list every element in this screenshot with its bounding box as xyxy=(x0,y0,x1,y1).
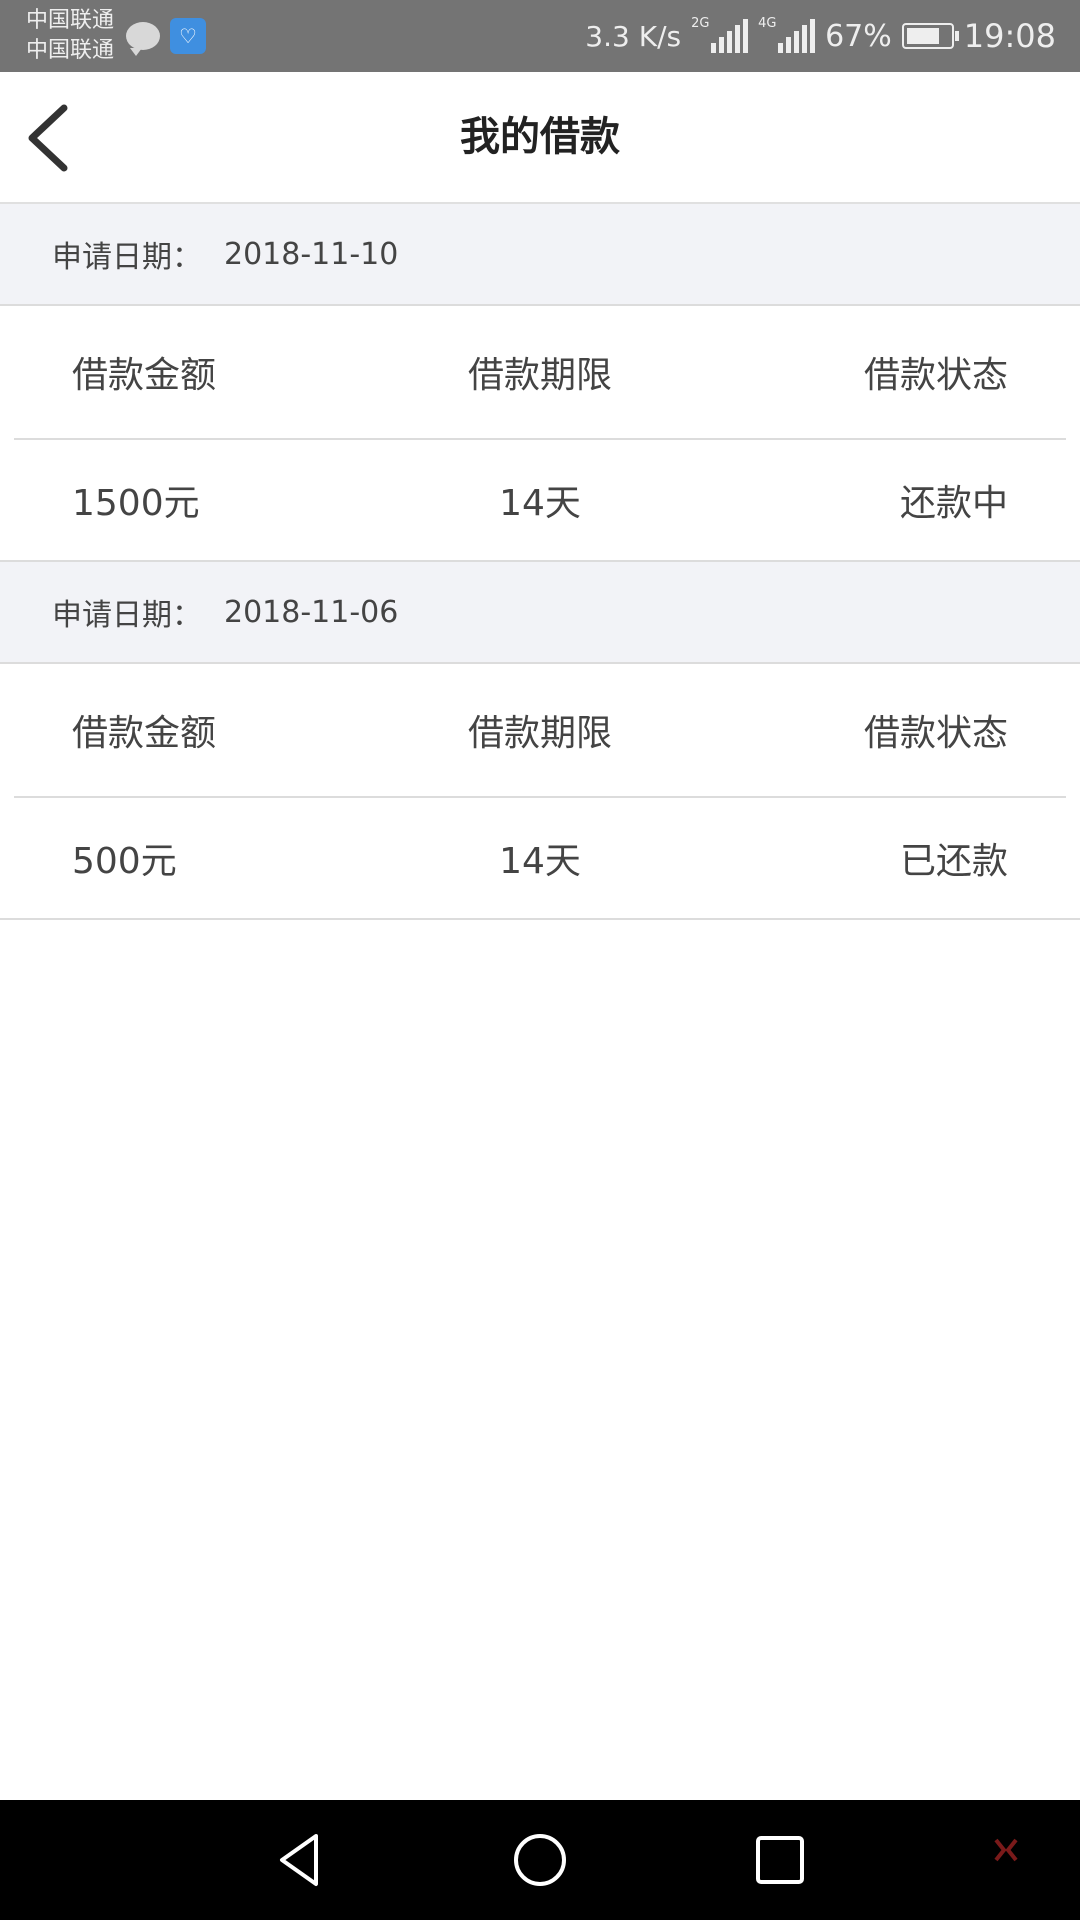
circle-home-icon xyxy=(514,1834,566,1886)
system-navigation-bar xyxy=(0,1800,1080,1920)
loan-list: 申请日期： 2018-11-10 借款金额 借款期限 借款状态 1500元 14… xyxy=(0,204,1080,920)
loan-record[interactable]: 申请日期： 2018-11-06 借款金额 借款期限 借款状态 500元 14天… xyxy=(0,562,1080,920)
nav-home-button[interactable] xyxy=(508,1828,572,1892)
signal-2-label: 4G xyxy=(758,16,777,31)
signal-2-icon: 4G xyxy=(758,16,816,53)
amount-header: 借款金额 xyxy=(72,355,217,396)
loan-status: 还款中 xyxy=(899,483,1008,524)
app-header: 我的借款 xyxy=(0,72,1080,204)
application-date-bar: 申请日期： 2018-11-06 xyxy=(0,562,1080,664)
status-header: 借款状态 xyxy=(863,713,1008,754)
network-speed: 3.3 K/s xyxy=(585,19,682,53)
date-value: 2018-11-10 xyxy=(224,236,399,272)
watermark xyxy=(992,1836,1020,1864)
loan-term: 14天 xyxy=(499,483,581,524)
back-button[interactable] xyxy=(18,98,98,178)
loan-column-headers: 借款金额 借款期限 借款状态 xyxy=(14,664,1066,798)
screen: 中国联通 中国联通 ♡ 3.3 K/s 2G 4G 67% 19:08 我的借款 xyxy=(0,0,1080,1920)
nav-recents-button[interactable] xyxy=(748,1828,812,1892)
carrier-1: 中国联通 xyxy=(26,8,115,33)
status-bar: 中国联通 中国联通 ♡ 3.3 K/s 2G 4G 67% 19:08 xyxy=(0,0,1080,72)
amount-header: 借款金额 xyxy=(72,713,217,754)
watermark-logo-icon xyxy=(994,1838,1018,1862)
app-notification-icon: ♡ xyxy=(170,18,206,54)
battery-percent: 67% xyxy=(825,18,892,54)
square-recents-icon xyxy=(756,1836,804,1884)
page-title: 我的借款 xyxy=(460,114,620,160)
date-label: 申请日期： xyxy=(52,240,202,275)
chevron-left-icon xyxy=(28,104,68,172)
term-header: 借款期限 xyxy=(467,355,612,396)
loan-amount: 500元 xyxy=(72,841,177,882)
clock: 19:08 xyxy=(963,17,1056,55)
loan-term: 14天 xyxy=(499,841,581,882)
battery-icon xyxy=(901,23,959,49)
loan-record[interactable]: 申请日期： 2018-11-10 借款金额 借款期限 借款状态 1500元 14… xyxy=(0,204,1080,562)
status-right: 3.3 K/s 2G 4G 67% 19:08 xyxy=(585,0,1056,72)
loan-values: 500元 14天 已还款 xyxy=(0,798,1080,920)
signal-1-label: 2G xyxy=(691,16,710,31)
nav-back-button[interactable] xyxy=(268,1828,332,1892)
triangle-back-icon xyxy=(280,1834,318,1886)
loan-values: 1500元 14天 还款中 xyxy=(0,440,1080,562)
notification-icons: ♡ xyxy=(126,18,206,56)
date-value: 2018-11-06 xyxy=(224,594,399,630)
loan-column-headers: 借款金额 借款期限 借款状态 xyxy=(14,306,1066,440)
message-icon xyxy=(126,22,160,56)
date-label: 申请日期： xyxy=(52,598,202,633)
loan-status: 已还款 xyxy=(899,841,1008,882)
carrier-2: 中国联通 xyxy=(26,38,115,63)
term-header: 借款期限 xyxy=(467,713,612,754)
carrier-info: 中国联通 中国联通 xyxy=(26,6,114,66)
status-header: 借款状态 xyxy=(863,355,1008,396)
signal-1-icon: 2G xyxy=(691,16,749,53)
loan-amount: 1500元 xyxy=(72,483,200,524)
application-date-bar: 申请日期： 2018-11-10 xyxy=(0,204,1080,306)
